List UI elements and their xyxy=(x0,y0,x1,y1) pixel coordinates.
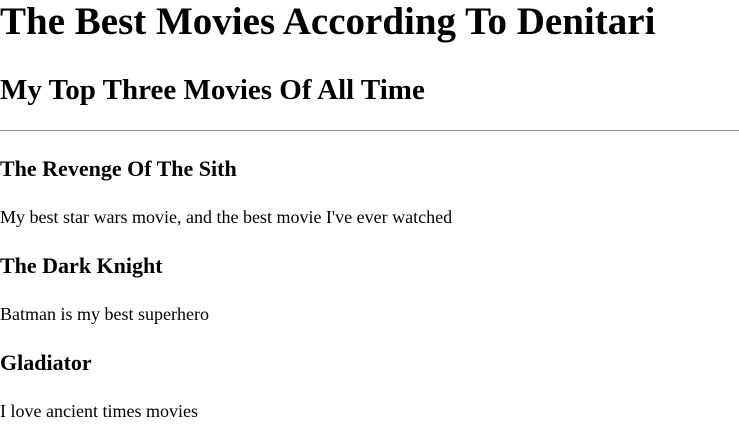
divider xyxy=(0,130,739,131)
movie-description-3: I love ancient times movies xyxy=(0,401,198,421)
movie-title-1: The Revenge Of The Sith xyxy=(0,156,237,181)
movie-description-1: My best star wars movie, and the best mo… xyxy=(0,207,453,227)
movie-title-2: The Dark Knight xyxy=(0,253,163,278)
movie-description-2: Batman is my best superhero xyxy=(0,304,209,324)
page-title: The Best Movies According To Denitari xyxy=(0,0,656,43)
page: The Best Movies According To Denitari My… xyxy=(0,0,739,440)
movie-title-3: Gladiator xyxy=(0,350,92,375)
page-subtitle: My Top Three Movies Of All Time xyxy=(0,74,425,106)
